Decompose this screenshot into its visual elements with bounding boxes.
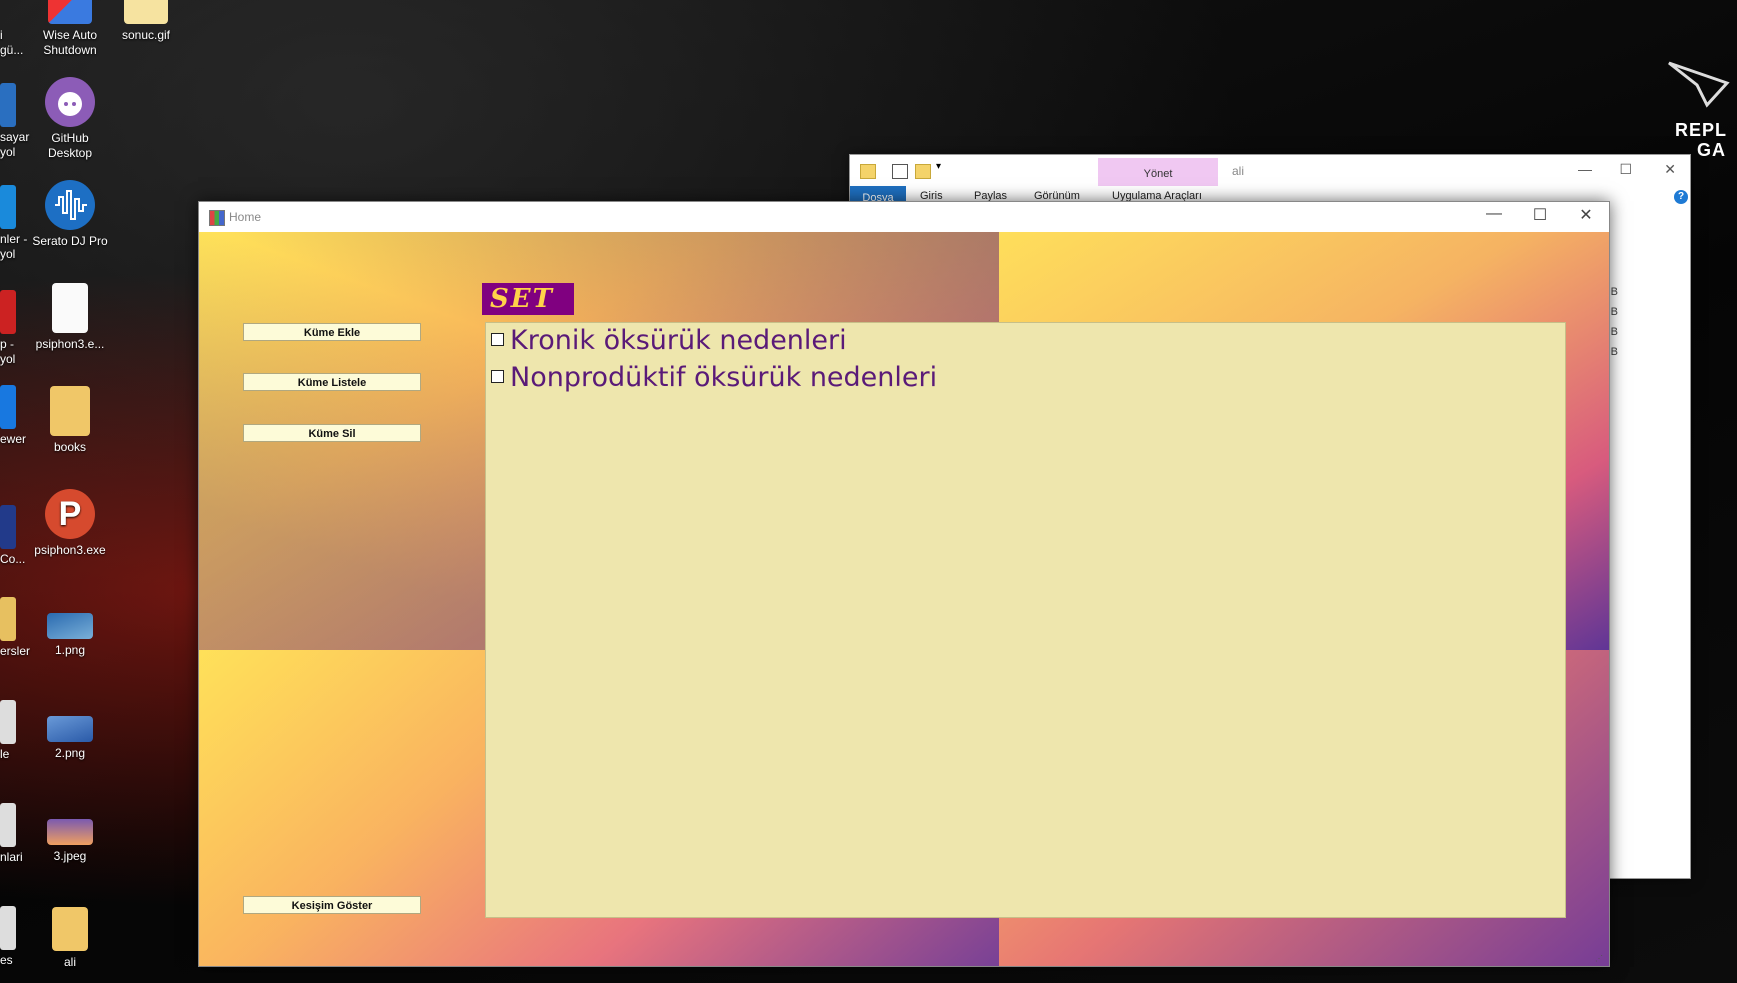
folder-icon: [860, 164, 876, 179]
file-size-value: B: [1610, 346, 1618, 358]
psiphon-icon: P: [45, 489, 95, 539]
delete-set-button[interactable]: Küme Sil: [243, 424, 421, 442]
file-size-value: B: [1610, 306, 1618, 318]
desktop-icon-psiphon-file[interactable]: psiphon3.e...: [29, 283, 111, 352]
minimize-icon[interactable]: —: [1578, 161, 1592, 177]
desktop-partial-icon[interactable]: es: [0, 906, 16, 968]
folder-icon: [52, 907, 88, 951]
file-icon: [52, 283, 88, 333]
desktop-icon-ali[interactable]: ali: [29, 907, 111, 970]
maximize-icon[interactable]: ☐: [1517, 205, 1563, 225]
set-checklist[interactable]: Kronik öksürük nedenleri Nonprodüktif ök…: [485, 322, 1566, 918]
desktop-partial-icon[interactable]: nlari: [0, 803, 23, 865]
list-item[interactable]: Nonprodüktif öksürük nedenleri: [488, 360, 937, 396]
help-icon[interactable]: ?: [1674, 190, 1688, 204]
gif-file-icon: [124, 0, 168, 24]
checkmark-icon[interactable]: [892, 164, 908, 179]
wise-auto-shutdown-icon: [48, 0, 92, 24]
desktop-icon-serato[interactable]: Serato DJ Pro: [29, 180, 111, 249]
folder-icon: [50, 386, 90, 436]
desktop-icon-1-png[interactable]: 1.png: [29, 613, 111, 658]
tab-manage[interactable]: Yönet: [1098, 158, 1218, 186]
desktop-icon-3-jpeg[interactable]: 3.jpeg: [29, 819, 111, 864]
desktop-partial-icon[interactable]: p - yol: [0, 290, 16, 367]
desktop-icon-wise-auto-shutdown[interactable]: Wise Auto Shutdown: [29, 0, 111, 58]
close-icon[interactable]: ✕: [1563, 205, 1609, 225]
desktop-icon-2-png[interactable]: 2.png: [29, 716, 111, 761]
list-item-label: Kronik öksürük nedenleri: [510, 325, 847, 356]
desktop-partial-icon[interactable]: Co...: [0, 505, 25, 567]
show-intersection-button[interactable]: Kesişim Göster: [243, 896, 421, 914]
list-item[interactable]: Kronik öksürük nedenleri: [488, 323, 847, 359]
file-size-value: B: [1610, 326, 1618, 338]
checkbox[interactable]: [491, 333, 504, 346]
dropdown-arrow-icon[interactable]: ▾: [936, 161, 950, 174]
maximize-icon[interactable]: ☐: [1619, 161, 1632, 178]
rog-logo: REPL GA: [1667, 55, 1737, 165]
serato-icon: [45, 180, 95, 230]
explorer-title: ali: [1232, 164, 1245, 178]
desktop-icon-sonuc-gif[interactable]: sonuc.gif: [105, 0, 187, 43]
minimize-icon[interactable]: —: [1471, 205, 1517, 223]
title-bar[interactable]: Home — ☐ ✕: [199, 202, 1609, 232]
image-icon: [47, 613, 93, 639]
desktop-icon-psiphon-exe[interactable]: P psiphon3.exe: [29, 489, 111, 558]
set-label: SET :: [482, 283, 574, 347]
app-icon: [209, 210, 225, 226]
desktop-partial-label[interactable]: i gü...: [0, 28, 23, 58]
folder-icon[interactable]: [915, 164, 931, 179]
desktop-partial-icon[interactable]: sayar yol: [0, 83, 29, 160]
desktop-icon-github[interactable]: GitHub Desktop: [29, 77, 111, 161]
explorer-quick-access-bar: ▾: [850, 155, 1690, 186]
close-icon[interactable]: ✕: [1664, 161, 1676, 178]
list-item-label: Nonprodüktif öksürük nedenleri: [510, 362, 938, 393]
checkbox[interactable]: [491, 370, 504, 383]
github-icon: [45, 77, 95, 127]
desktop-partial-icon[interactable]: nler - yol: [0, 185, 27, 262]
desktop-icon-books[interactable]: books: [29, 386, 111, 455]
file-size-value: B: [1610, 286, 1618, 298]
add-set-button[interactable]: Küme Ekle: [243, 323, 421, 341]
window-title: Home: [229, 210, 262, 224]
desktop-partial-icon[interactable]: ersler: [0, 597, 30, 659]
image-icon: [47, 716, 93, 742]
list-sets-button[interactable]: Küme Listele: [243, 373, 421, 391]
desktop-partial-icon[interactable]: le: [0, 700, 16, 762]
home-client-area: Küme Ekle Küme Listele Küme Sil Kesişim …: [199, 232, 1609, 966]
resize-grip-icon[interactable]: ⋰: [1595, 954, 1605, 964]
desktop-partial-icon[interactable]: ewer: [0, 385, 26, 447]
image-icon: [47, 819, 93, 845]
home-window[interactable]: Home — ☐ ✕ Küme Ekle Küme Listele Küme S…: [198, 201, 1610, 967]
